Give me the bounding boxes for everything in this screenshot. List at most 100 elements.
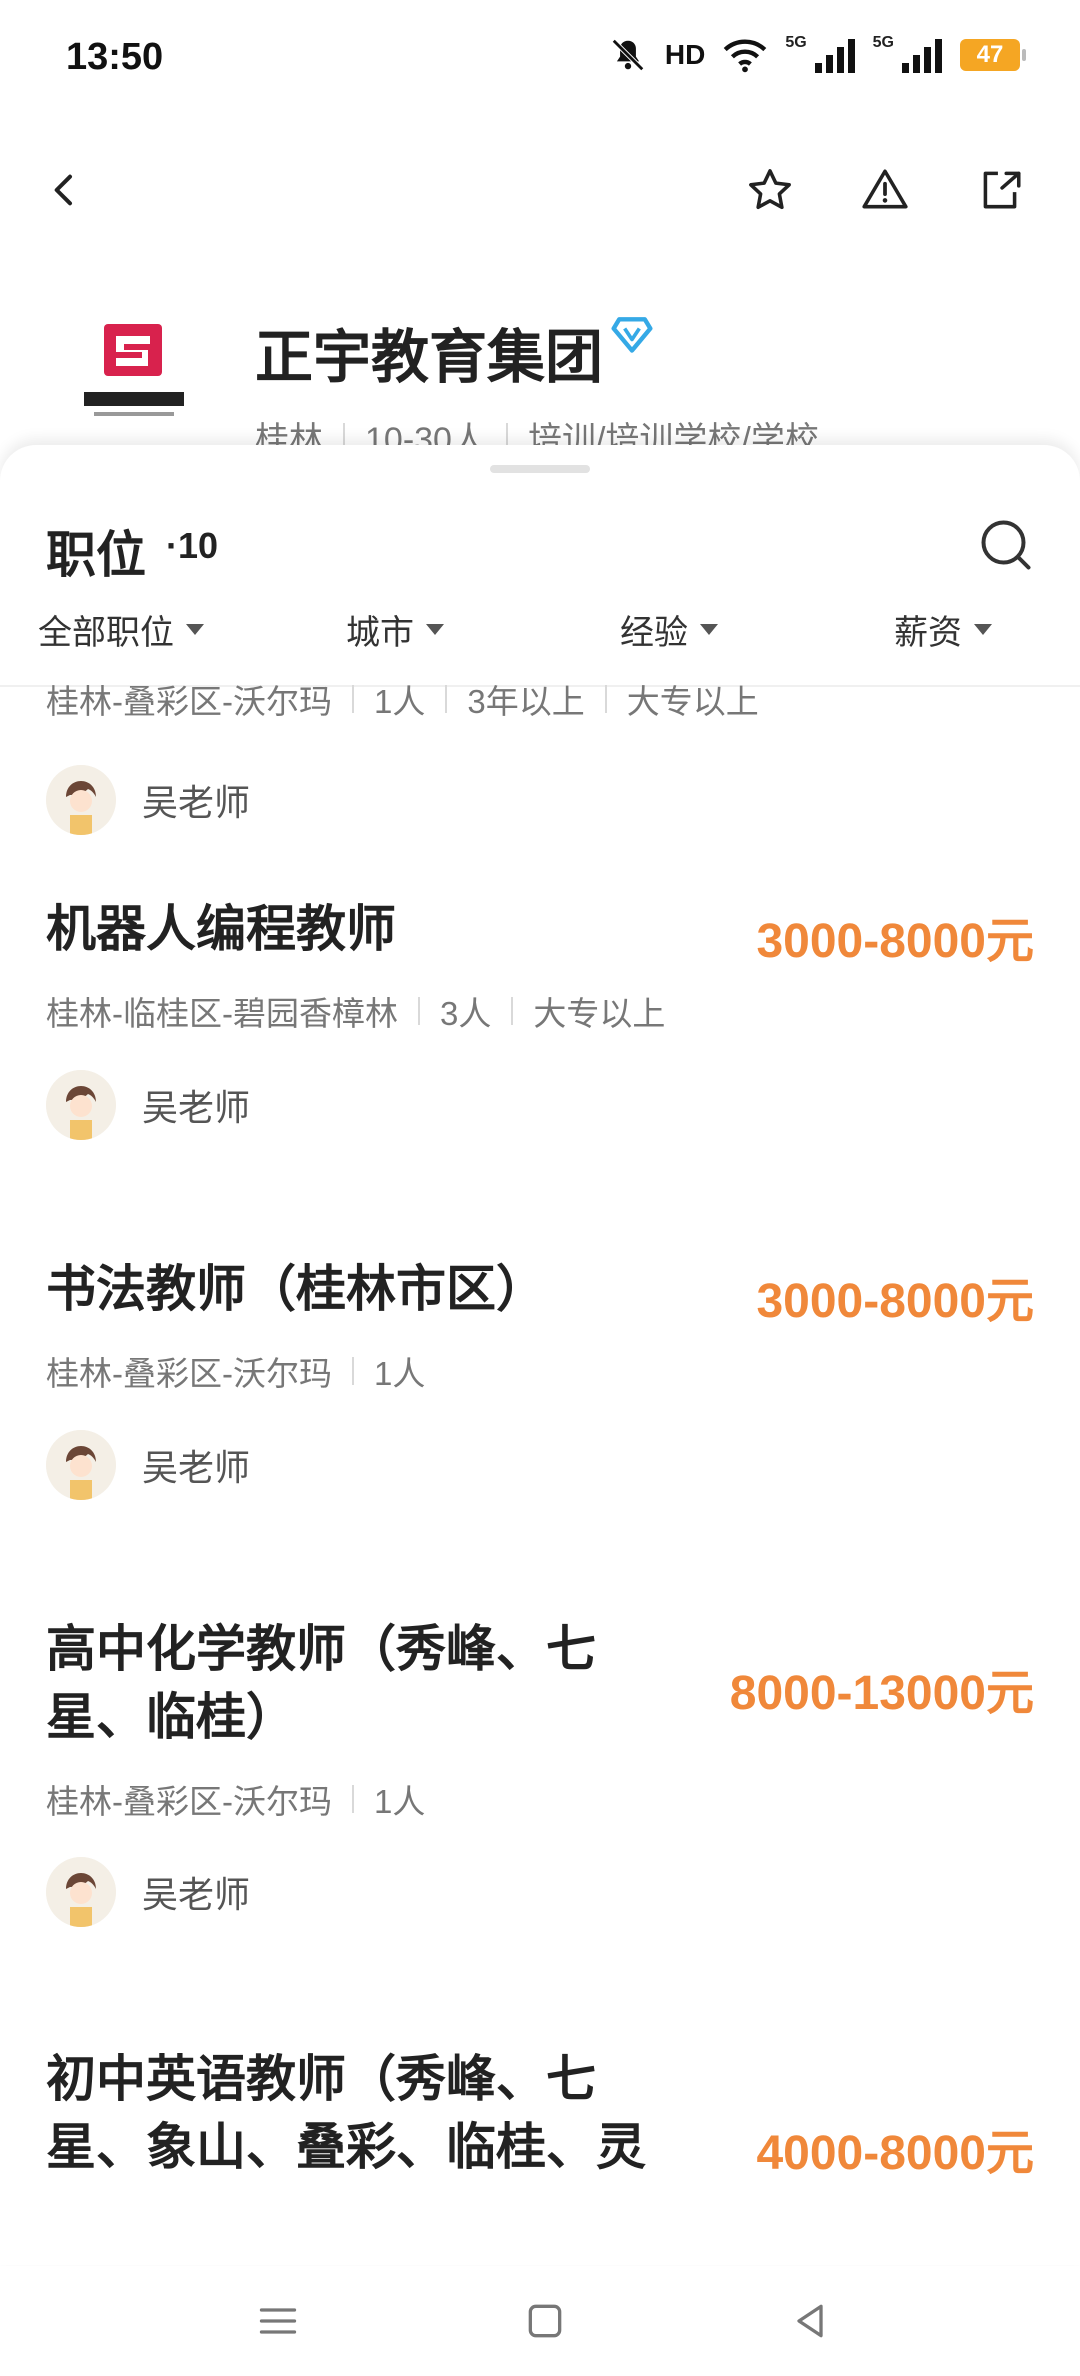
recruiter: 吴老师 bbox=[46, 1430, 250, 1500]
divider bbox=[351, 1785, 354, 1813]
filter-all-positions[interactable]: 全部职位 bbox=[38, 605, 204, 654]
network-type-2: 5G bbox=[872, 34, 894, 51]
job-location: 桂林-叠彩区-沃尔玛 bbox=[46, 1355, 332, 1392]
positions-count: ·10 bbox=[166, 525, 219, 566]
warning-icon bbox=[862, 169, 908, 209]
company-name: 正宇教育集团 bbox=[255, 325, 604, 390]
avatar bbox=[46, 1070, 116, 1140]
filter-label: 薪资 bbox=[894, 614, 962, 652]
filter-experience[interactable]: 经验 bbox=[620, 605, 718, 654]
signal-icon bbox=[814, 37, 855, 73]
job-education: 大专以上 bbox=[533, 995, 666, 1032]
job-card[interactable]: 初中英语教师（秀峰、七星、象山、叠彩、临桂、灵 4000-8000元 bbox=[0, 2045, 1080, 2265]
nav-back-button[interactable] bbox=[775, 2286, 845, 2356]
divider bbox=[351, 685, 354, 713]
job-location: 桂林-叠彩区-沃尔玛 bbox=[46, 685, 332, 720]
divider bbox=[604, 685, 607, 713]
diamond-icon bbox=[611, 317, 653, 353]
search-button[interactable] bbox=[976, 515, 1036, 575]
job-location: 桂林-叠彩区-沃尔玛 bbox=[46, 1783, 332, 1820]
job-card[interactable]: 高中化学教师（秀峰、七星、临桂） 8000-13000元 桂林-叠彩区-沃尔玛 … bbox=[0, 1615, 1080, 2045]
divider bbox=[351, 1357, 354, 1385]
favorite-button[interactable] bbox=[735, 155, 805, 225]
hd-voice-icon: HD bbox=[664, 39, 706, 70]
recruiter-name: 吴老师 bbox=[142, 782, 251, 823]
positions-sheet[interactable]: 职位 ·10 全部职位 城市 经验 薪资 桂林-叠彩区-沃尔玛 1人 3年以上 … bbox=[0, 445, 1080, 2265]
wifi-icon bbox=[724, 39, 767, 73]
filter-city[interactable]: 城市 bbox=[346, 605, 444, 654]
job-title: 初中英语教师（秀峰、七星、象山、叠彩、临桂、灵 bbox=[46, 2051, 646, 2175]
status-icons: HD 5G 5G 47 bbox=[609, 34, 1026, 74]
job-title: 书法教师（桂林市区） bbox=[46, 1261, 546, 1317]
network-type-1: 5G bbox=[785, 34, 807, 51]
battery-level: 47 bbox=[976, 41, 1004, 68]
job-meta: 桂林-叠彩区-沃尔玛 1人 bbox=[46, 1347, 425, 1395]
avatar bbox=[46, 1857, 116, 1927]
nav-home-button[interactable] bbox=[510, 2286, 580, 2356]
positions-title: 职位 bbox=[46, 527, 146, 583]
verified-badge bbox=[610, 312, 654, 361]
divider bbox=[445, 685, 448, 713]
job-location: 桂林-临桂区-碧园香樟林 bbox=[46, 995, 398, 1032]
job-headcount: 1人 bbox=[373, 685, 426, 720]
job-title: 机器人编程教师 bbox=[46, 901, 396, 957]
recruiter-name: 吴老师 bbox=[142, 1447, 251, 1488]
report-button[interactable] bbox=[850, 155, 920, 225]
mute-bell-icon bbox=[611, 39, 644, 71]
back-triangle-icon bbox=[797, 2304, 823, 2338]
job-list[interactable]: 桂林-叠彩区-沃尔玛 1人 3年以上 大专以上 吴老师 机器人编程教师 3000… bbox=[0, 685, 1080, 2265]
avatar bbox=[46, 1430, 116, 1500]
recruiter-avatar-icon bbox=[46, 765, 116, 835]
job-education: 大专以上 bbox=[626, 685, 759, 720]
job-meta: 桂林-叠彩区-沃尔玛 1人 3年以上 大专以上 bbox=[46, 685, 759, 723]
battery-icon: 47 bbox=[960, 39, 1026, 71]
recruiter: 吴老师 bbox=[46, 1857, 250, 1927]
caret-down-icon bbox=[186, 624, 204, 635]
recruiter-name: 吴老师 bbox=[142, 1874, 251, 1915]
status-bar: 13:50 HD 5G 5G 47 bbox=[0, 0, 1080, 120]
caret-down-icon bbox=[426, 624, 444, 635]
filter-salary[interactable]: 薪资 bbox=[894, 605, 992, 654]
signal-icon-2 bbox=[902, 37, 942, 73]
chevron-left-icon bbox=[54, 174, 72, 206]
filter-label: 全部职位 bbox=[38, 614, 174, 652]
logo-mark-icon bbox=[84, 324, 184, 416]
job-card[interactable]: 机器人编程教师 3000-8000元 桂林-临桂区-碧园香樟林 3人 大专以上 bbox=[0, 895, 1080, 1255]
recruiter-avatar-icon bbox=[46, 1430, 116, 1500]
job-salary: 8000-13000元 bbox=[729, 1667, 1034, 1720]
search-icon bbox=[981, 520, 1031, 570]
job-salary: 4000-8000元 bbox=[756, 2127, 1034, 2180]
job-headcount: 3人 bbox=[439, 995, 492, 1032]
caret-down-icon bbox=[700, 624, 718, 635]
filter-label: 经验 bbox=[620, 614, 688, 652]
filter-bar: 全部职位 城市 经验 薪资 bbox=[0, 605, 1080, 687]
menu-icon bbox=[259, 2308, 297, 2334]
system-nav-bar bbox=[0, 2266, 1080, 2376]
job-card[interactable]: 桂林-叠彩区-沃尔玛 1人 3年以上 大专以上 吴老师 bbox=[0, 685, 1080, 895]
top-nav bbox=[0, 140, 1080, 240]
recruiter-avatar-icon bbox=[46, 1070, 116, 1140]
share-button[interactable] bbox=[965, 155, 1035, 225]
filter-label: 城市 bbox=[346, 614, 414, 652]
company-header: 正宇教育集团 桂林 10-30人 培训/培训学校/学校 bbox=[0, 300, 1080, 460]
divider bbox=[417, 997, 420, 1025]
job-headcount: 1人 bbox=[373, 1783, 426, 1820]
job-experience: 3年以上 bbox=[467, 685, 585, 720]
caret-down-icon bbox=[974, 624, 992, 635]
avatar bbox=[46, 765, 116, 835]
star-icon bbox=[749, 169, 791, 210]
divider bbox=[511, 997, 514, 1025]
recruiter: 吴老师 bbox=[46, 765, 250, 835]
back-button[interactable] bbox=[30, 155, 100, 225]
job-card[interactable]: 书法教师（桂林市区） 3000-8000元 桂林-叠彩区-沃尔玛 1人 吴老师 bbox=[0, 1255, 1080, 1615]
share-icon bbox=[983, 171, 1021, 209]
sheet-drag-handle[interactable] bbox=[490, 465, 590, 473]
job-meta: 桂林-临桂区-碧园香樟林 3人 大专以上 bbox=[46, 987, 665, 1035]
job-title: 高中化学教师（秀峰、七星、临桂） bbox=[46, 1621, 596, 1745]
status-time: 13:50 bbox=[66, 36, 164, 78]
recruiter-avatar-icon bbox=[46, 1857, 116, 1927]
recruiter: 吴老师 bbox=[46, 1070, 250, 1140]
home-square-icon bbox=[528, 2304, 562, 2338]
nav-menu-button[interactable] bbox=[243, 2286, 313, 2356]
job-headcount: 1人 bbox=[373, 1355, 426, 1392]
